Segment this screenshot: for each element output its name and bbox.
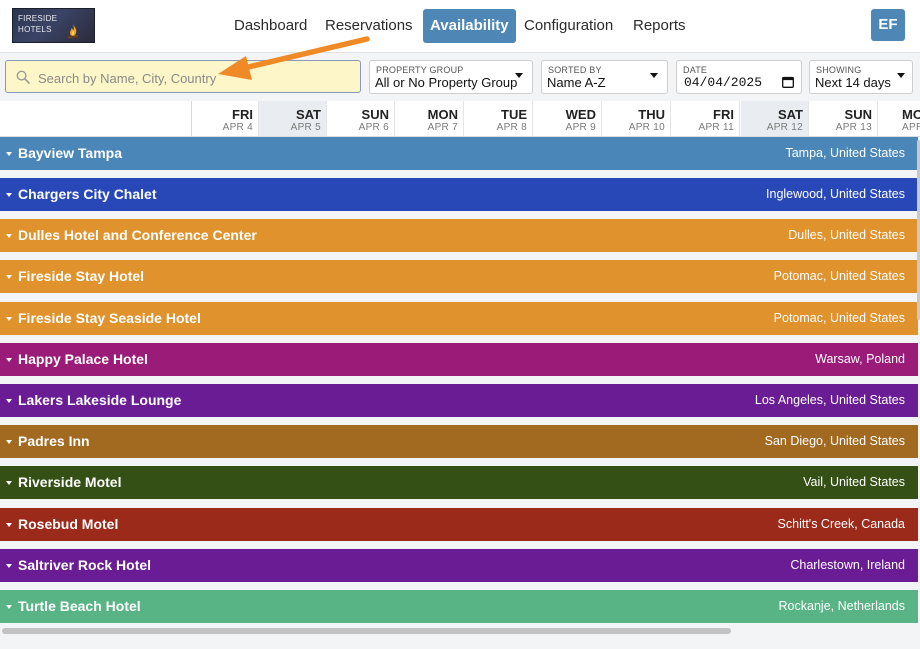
top-navbar: FIRESIDE HOTELS Dashboard Reservations A… [0, 0, 920, 53]
property-group-select[interactable]: PROPERTY GROUP All or No Property Group [369, 60, 533, 94]
caret-down-icon[interactable] [6, 605, 12, 609]
property-row[interactable]: Padres Inn San Diego, United States [0, 425, 918, 458]
property-name: Fireside Stay Seaside Hotel [18, 310, 201, 326]
search-icon [16, 70, 30, 84]
day-column-header: MOAPR [879, 101, 920, 136]
property-location: Rockanje, Netherlands [778, 599, 905, 613]
property-name: Dulles Hotel and Conference Center [18, 227, 257, 243]
sort-by-select[interactable]: SORTED BY Name A-Z [541, 60, 668, 94]
day-column-header: WED APR 9 [534, 101, 602, 136]
nav-configuration[interactable]: Configuration [524, 9, 613, 43]
property-row[interactable]: Turtle Beach Hotel Rockanje, Netherlands [0, 590, 918, 623]
property-row[interactable]: Saltriver Rock Hotel Charlestown, Irelan… [0, 549, 918, 582]
caret-down-icon[interactable] [6, 399, 12, 403]
property-name: Padres Inn [18, 433, 90, 449]
search-input[interactable] [36, 67, 355, 89]
day-column-header: SUN APR 6 [327, 101, 395, 136]
property-row[interactable]: Riverside Motel Vail, United States [0, 466, 918, 499]
property-row[interactable]: Lakers Lakeside Lounge Los Angeles, Unit… [0, 384, 918, 417]
logo-text: FIRESIDE HOTELS [18, 14, 58, 34]
day-column-header: FRI APR 4 [191, 101, 259, 136]
caret-down-icon[interactable] [6, 275, 12, 279]
property-name: Saltriver Rock Hotel [18, 557, 152, 573]
day-column-header: SAT APR 5 [259, 101, 327, 136]
property-row[interactable]: Chargers City Chalet Inglewood, United S… [0, 178, 918, 211]
property-name: Turtle Beach Hotel [18, 598, 141, 614]
chevron-down-icon [515, 73, 523, 78]
property-name: Chargers City Chalet [18, 186, 157, 202]
caret-down-icon[interactable] [6, 152, 12, 156]
property-location: Vail, United States [803, 475, 905, 489]
caret-down-icon[interactable] [6, 234, 12, 238]
header-gutter [0, 101, 192, 136]
property-location: Schitt's Creek, Canada [777, 517, 905, 531]
property-group-value: All or No Property Group [375, 75, 517, 90]
property-location: Potomac, United States [773, 269, 905, 283]
sort-by-label: SORTED BY [548, 65, 602, 75]
calendar-day-header: FRI APR 4 SAT APR 5 SUN APR 6 MON APR 7 TUE A… [0, 101, 920, 137]
property-location: Tampa, United States [785, 146, 905, 160]
calendar-icon[interactable] [782, 76, 794, 88]
property-location: Los Angeles, United States [754, 393, 905, 407]
property-location: San Diego, United States [764, 434, 905, 448]
date-label: DATE [683, 65, 708, 75]
caret-down-icon[interactable] [6, 564, 12, 568]
property-location: Potomac, United States [773, 311, 905, 325]
chevron-down-icon [650, 73, 658, 78]
property-row[interactable]: Bayview Tampa Tampa, United States [0, 137, 918, 170]
caret-down-icon[interactable] [6, 317, 12, 321]
showing-value: Next 14 days [815, 75, 891, 90]
chevron-down-icon [897, 73, 905, 78]
property-location: Dulles, United States [788, 228, 905, 242]
property-name: Lakers Lakeside Lounge [18, 392, 182, 408]
nav-reports[interactable]: Reports [633, 9, 686, 43]
campfire-icon [67, 24, 79, 39]
caret-down-icon[interactable] [6, 481, 12, 485]
property-row[interactable]: Dulles Hotel and Conference Center Dulle… [0, 219, 918, 252]
property-name: Bayview Tampa [18, 145, 123, 161]
date-picker[interactable]: DATE 04/04/2025 [676, 60, 802, 94]
property-row[interactable]: Fireside Stay Seaside Hotel Potomac, Uni… [0, 302, 918, 335]
property-group-label: PROPERTY GROUP [376, 65, 464, 75]
day-column-header: SAT APR 12 [741, 101, 809, 136]
property-location: Charlestown, Ireland [790, 558, 905, 572]
day-column-header: MON APR 7 [396, 101, 464, 136]
property-row[interactable]: Happy Palace Hotel Warsaw, Poland [0, 343, 918, 376]
day-column-header: TUE APR 8 [465, 101, 533, 136]
user-avatar-button[interactable]: EF [871, 9, 905, 41]
caret-down-icon[interactable] [6, 193, 12, 197]
property-name: Fireside Stay Hotel [18, 268, 145, 284]
nav-reservations[interactable]: Reservations [325, 9, 413, 43]
day-column-header: THU APR 10 [603, 101, 671, 136]
property-name: Riverside Motel [18, 474, 122, 490]
showing-range-select[interactable]: SHOWING Next 14 days [809, 60, 913, 94]
property-row[interactable]: Rosebud Motel Schitt's Creek, Canada [0, 508, 918, 541]
showing-label: SHOWING [816, 65, 862, 75]
property-search-box[interactable] [5, 60, 361, 93]
property-row[interactable]: Fireside Stay Hotel Potomac, United Stat… [0, 260, 918, 293]
property-name: Happy Palace Hotel [18, 351, 148, 367]
caret-down-icon[interactable] [6, 440, 12, 444]
horizontal-scrollbar-thumb[interactable] [2, 628, 731, 634]
caret-down-icon[interactable] [6, 523, 12, 527]
property-name: Rosebud Motel [18, 516, 119, 532]
nav-dashboard[interactable]: Dashboard [234, 9, 307, 43]
day-column-header: FRI APR 11 [672, 101, 740, 136]
fireside-hotels-logo[interactable]: FIRESIDE HOTELS [12, 8, 95, 43]
property-location: Inglewood, United States [766, 187, 905, 201]
sort-by-value: Name A-Z [547, 75, 606, 90]
property-location: Warsaw, Poland [815, 352, 905, 366]
date-value[interactable]: 04/04/2025 [684, 75, 762, 90]
caret-down-icon[interactable] [6, 358, 12, 362]
nav-availability[interactable]: Availability [423, 9, 516, 43]
day-column-header: SUN APR 13 [810, 101, 878, 136]
